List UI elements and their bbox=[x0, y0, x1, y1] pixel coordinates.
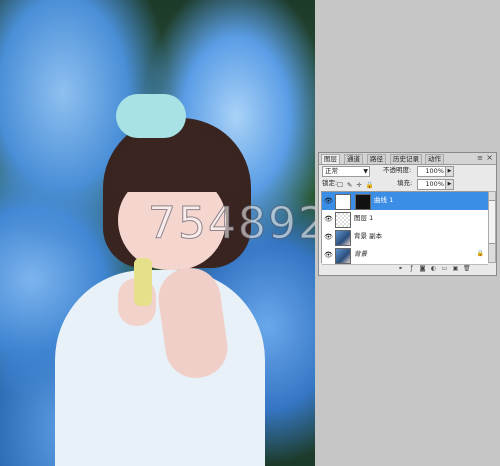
chevron-down-icon: ▼ bbox=[363, 168, 368, 175]
layers-panel: 图层 通道 路径 历史记录 动作 ≡ × 正常 ▼ 不透明度: 100% ▶ 锁… bbox=[318, 152, 497, 276]
eye-icon[interactable]: 👁 bbox=[324, 197, 333, 205]
layer-thumbnail bbox=[335, 230, 351, 246]
photo-toy bbox=[134, 258, 152, 306]
tab-history[interactable]: 历史记录 bbox=[390, 154, 422, 164]
lock-icon: 🔒 bbox=[476, 250, 484, 257]
layers-list: 👁 曲线 1 👁 图层 1 👁 背景 副本 👁 背景 🔒 bbox=[321, 191, 489, 265]
layer-thumbnail bbox=[335, 212, 351, 228]
layer-name: 图层 1 bbox=[354, 214, 374, 222]
blend-mode-value: 正常 bbox=[325, 167, 338, 175]
new-group-icon[interactable]: ▭ bbox=[441, 265, 448, 272]
fx-icon[interactable]: ƒ bbox=[408, 265, 415, 272]
opacity-input[interactable]: 100% bbox=[417, 166, 446, 177]
document-canvas[interactable]: 754892 bbox=[0, 0, 315, 466]
fill-input[interactable]: 100% bbox=[417, 179, 446, 190]
layer-name: 曲线 1 bbox=[374, 196, 394, 204]
panel-tabbar: 图层 通道 路径 历史记录 动作 ≡ × bbox=[319, 153, 496, 165]
lock-label: 锁定: bbox=[322, 179, 338, 187]
tab-layers[interactable]: 图层 bbox=[321, 154, 340, 164]
eye-icon[interactable]: 👁 bbox=[324, 251, 333, 259]
layer-thumbnail bbox=[335, 248, 351, 264]
link-layers-icon[interactable]: ⚭ bbox=[397, 265, 404, 272]
tab-actions[interactable]: 动作 bbox=[425, 154, 444, 164]
new-layer-icon[interactable]: ▣ bbox=[452, 265, 459, 272]
lock-options-icons[interactable]: ☐ ✎ ✛ 🔒 bbox=[337, 181, 375, 189]
layer-mask-thumbnail[interactable] bbox=[355, 194, 371, 210]
add-mask-icon[interactable]: ◙ bbox=[419, 265, 426, 272]
delete-layer-icon[interactable]: 🗑 bbox=[463, 265, 471, 272]
close-icon[interactable]: × bbox=[486, 153, 493, 163]
layer-row[interactable]: 👁 曲线 1 bbox=[322, 192, 488, 211]
tab-paths[interactable]: 路径 bbox=[367, 154, 386, 164]
opacity-label: 不透明度: bbox=[383, 166, 412, 174]
watermark-text: 754892 bbox=[148, 198, 315, 250]
layers-footer: ⚭ ƒ ◙ ◐ ▭ ▣ 🗑 bbox=[319, 263, 496, 275]
layer-row[interactable]: 👁 背景 副本 bbox=[322, 228, 488, 247]
fill-label: 填充: bbox=[397, 179, 413, 187]
adjustment-layer-icon[interactable]: ◐ bbox=[430, 265, 437, 272]
tab-channels[interactable]: 通道 bbox=[344, 154, 363, 164]
eye-icon[interactable]: 👁 bbox=[324, 215, 333, 223]
layer-name: 背景 副本 bbox=[354, 232, 383, 240]
panel-menu-icon[interactable]: ≡ bbox=[477, 153, 483, 163]
eye-icon[interactable]: 👁 bbox=[324, 233, 333, 241]
scrollbar-thumb[interactable] bbox=[489, 200, 495, 244]
fill-arrow-icon[interactable]: ▶ bbox=[445, 179, 454, 190]
layers-scrollbar[interactable] bbox=[488, 191, 496, 263]
lock-row: 锁定: ☐ ✎ ✛ 🔒 填充: 100% ▶ bbox=[319, 178, 496, 190]
blend-mode-select[interactable]: 正常 ▼ bbox=[322, 166, 370, 177]
curves-adjustment-icon bbox=[335, 194, 351, 210]
photo-bow bbox=[116, 94, 186, 138]
layer-name: 背景 bbox=[354, 250, 367, 258]
blend-row: 正常 ▼ 不透明度: 100% ▶ bbox=[319, 165, 496, 177]
layer-row[interactable]: 👁 图层 1 bbox=[322, 210, 488, 229]
opacity-arrow-icon[interactable]: ▶ bbox=[445, 166, 454, 177]
